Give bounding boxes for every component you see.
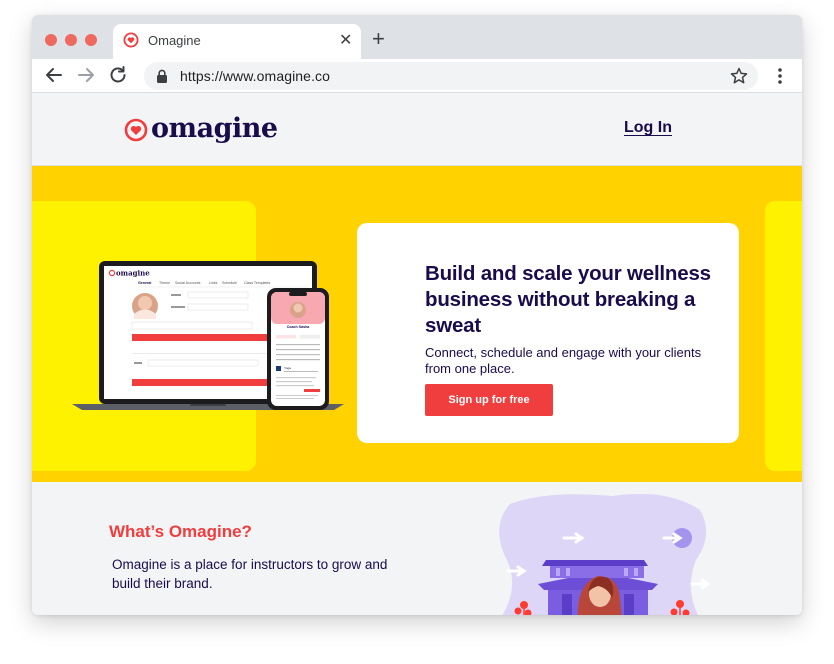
browser-tab[interactable]: Omagine ✕ <box>113 24 361 59</box>
svg-text:Class Templates: Class Templates <box>244 281 271 285</box>
omagine-heart-logo-icon <box>124 118 148 141</box>
address-bar-row: https://www.omagine.co <box>32 59 802 93</box>
logo-text: omagine <box>151 112 278 144</box>
hero-headline: Build and scale your wellness business w… <box>425 262 711 337</box>
minimize-window-button[interactable] <box>65 34 77 46</box>
about-section: What’s Omagine? Omagine is a place for i… <box>32 482 802 615</box>
laptop-logo-text: omagine <box>116 269 150 278</box>
hero-card: Build and scale your wellness business w… <box>357 223 739 443</box>
browser-window: Omagine ✕ + https://www.omagine.co omagi… <box>32 15 802 615</box>
tab-bar: Omagine ✕ + <box>32 15 802 59</box>
back-arrow-icon[interactable] <box>42 63 66 87</box>
close-window-button[interactable] <box>45 34 57 46</box>
hero-section: omagine General Theme Social Accounts Li… <box>32 166 802 482</box>
hero-subhead: Connect, schedule and engage with your c… <box>425 345 702 376</box>
temple-illustration <box>499 494 711 615</box>
about-text: Omagine is a place for instructors to gr… <box>112 557 388 591</box>
url-text: https://www.omagine.co <box>180 68 331 84</box>
svg-text:Social Accounts: Social Accounts <box>175 281 201 285</box>
svg-text:General: General <box>138 281 151 285</box>
svg-text:Schedule: Schedule <box>222 281 237 285</box>
about-title: What’s Omagine? <box>109 522 252 541</box>
phone-class-title: Yoga <box>284 366 291 370</box>
omagine-favicon-icon <box>123 32 139 48</box>
product-devices-mockup: omagine General Theme Social Accounts Li… <box>72 261 344 410</box>
maximize-window-button[interactable] <box>85 34 97 46</box>
svg-text:Links: Links <box>209 281 218 285</box>
tab-close-icon[interactable]: ✕ <box>339 30 352 50</box>
signup-button[interactable]: Sign up for free <box>425 384 553 416</box>
svg-text:Theme: Theme <box>159 281 170 285</box>
forward-arrow-icon[interactable] <box>74 63 98 87</box>
url-field[interactable]: https://www.omagine.co <box>144 62 758 90</box>
page-content: omagine Log In omagine General Theme Soc… <box>32 93 802 615</box>
phone-name-text: Coach Sasha <box>287 325 311 329</box>
browser-menu-icon[interactable] <box>772 66 788 86</box>
lock-icon <box>157 69 167 83</box>
new-tab-icon[interactable]: + <box>372 26 385 52</box>
phone-image: Coach Sasha Yoga <box>267 288 329 410</box>
reload-icon[interactable] <box>106 63 130 87</box>
login-link[interactable]: Log In <box>624 119 672 137</box>
tab-title: Omagine <box>148 33 201 48</box>
site-header: omagine Log In <box>32 93 802 166</box>
omagine-logo[interactable]: omagine <box>124 111 278 145</box>
hero-right-panel <box>765 201 802 471</box>
bookmark-star-icon[interactable] <box>729 66 749 86</box>
